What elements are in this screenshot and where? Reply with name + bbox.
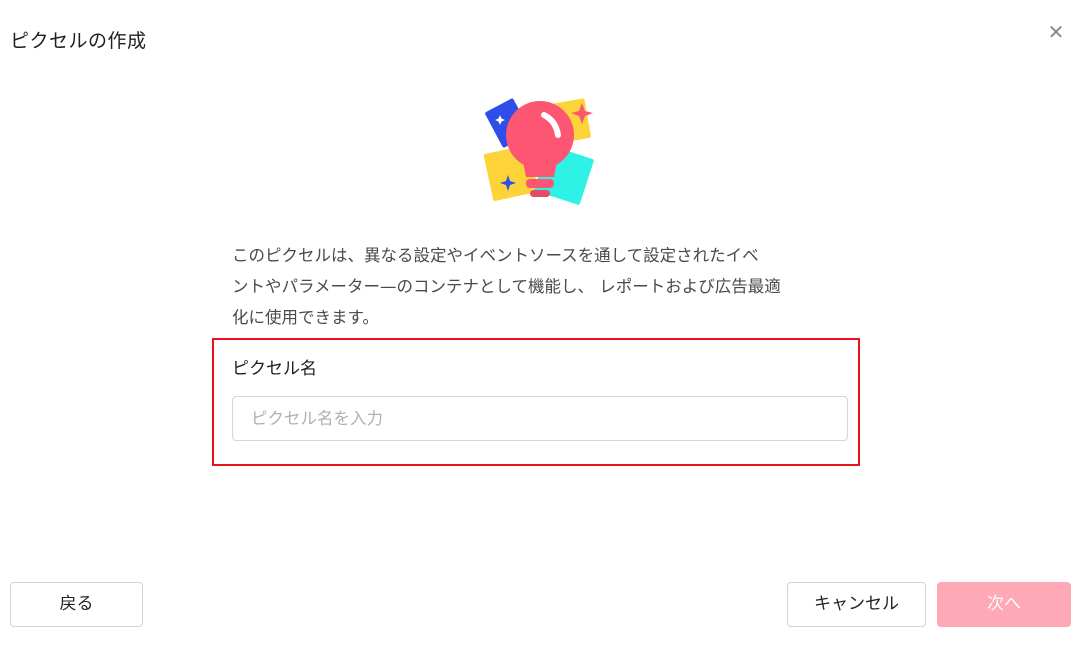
cancel-button[interactable]: キャンセル [787,582,926,627]
pixel-name-label: ピクセル名 [232,359,317,379]
dialog-title: ピクセルの作成 [10,30,147,52]
description-line: このピクセルは、異なる設定やイベントソースを通して設定されたイベ [232,246,759,265]
description-line: 化に使用できます。 [232,308,379,327]
back-button[interactable]: 戻る [10,582,143,627]
lightbulb-illustration [482,95,598,210]
close-icon[interactable]: ✕ [1044,20,1068,44]
pixel-name-input[interactable] [232,396,848,441]
next-button[interactable]: 次へ [937,582,1071,627]
create-pixel-dialog: ピクセルの作成 ✕ このピクセルは、異なる設定やイベントソースを通して設定された… [0,0,1092,648]
description-text: このピクセルは、異なる設定やイベントソースを通して設定されたイベ ントやパラメー… [232,240,844,333]
description-line: ントやパラメーター—のコンテナとして機能し、 レポートおよび広告最適 [232,277,781,296]
